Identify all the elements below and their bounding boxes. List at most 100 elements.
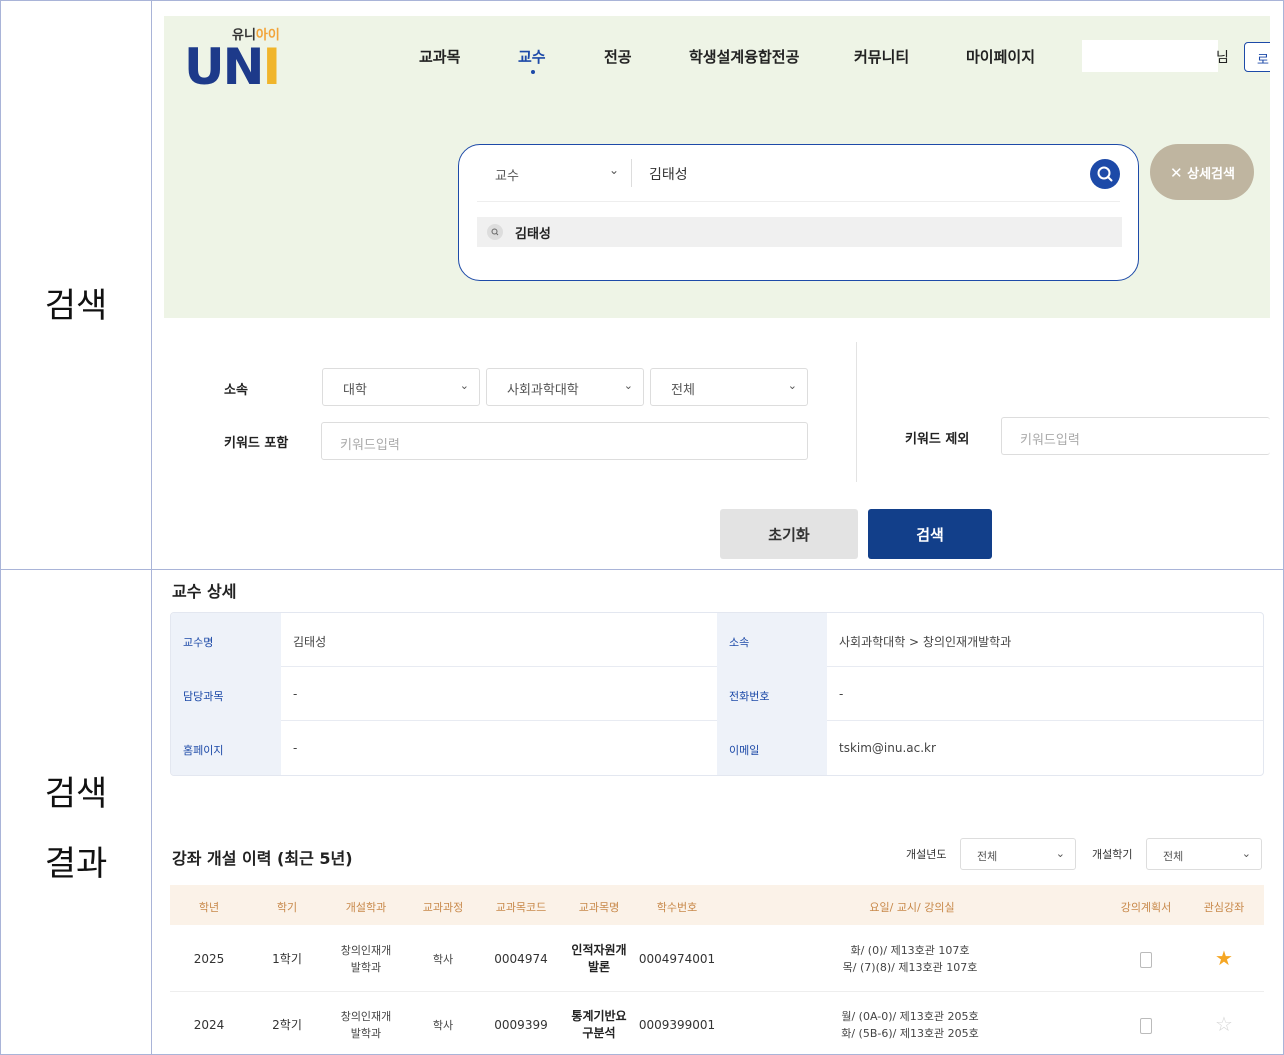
nav-item-courses[interactable]: 교과목 [419, 46, 460, 67]
keyword-include-input[interactable]: 키워드입력 [321, 422, 808, 460]
column-header-course-name: 교과목명 [578, 901, 620, 914]
chevron-down-icon: ⌄ [1055, 847, 1065, 860]
search-category-select[interactable]: 교수 [495, 165, 519, 184]
cell-department: 창의인재개 발학과 [340, 944, 392, 974]
row-label-result-1: 검색 [44, 774, 108, 814]
detail-key-email: 이메일 [717, 721, 827, 775]
detail-key-homepage: 홈페이지 [171, 721, 281, 775]
table-border-left [0, 0, 1, 1055]
nav-item-mypage[interactable]: 마이페이지 [966, 46, 1035, 67]
cell-term: 1학기 [272, 952, 302, 966]
search-hero: 유니아이 UNI 교과목 교수 전공 학생설계융합전공 커뮤니티 마이페이지 님… [164, 16, 1270, 318]
detail-value-email[interactable]: tskim@inu.ac.kr [827, 721, 936, 775]
affiliation-select-3[interactable]: 전체 ⌄ [650, 368, 808, 406]
keyword-exclude-label: 키워드 제외 [905, 432, 970, 447]
year-filter-select[interactable]: 전체 ⌄ [960, 838, 1076, 870]
logout-button[interactable]: 로 [1244, 42, 1270, 72]
professor-detail-table: 교수명 김태성 소속 사회과학대학 > 창의인재개발학과 담당과목 - 전화번호… [170, 612, 1264, 776]
detail-key-name: 교수명 [171, 613, 281, 667]
search-box-divider [477, 201, 1120, 202]
reset-button[interactable]: 초기화 [720, 509, 858, 559]
search-box: 교수 ⌄ 김태성 김태성 [458, 144, 1139, 281]
affiliation-select-3-value: 전체 [671, 383, 695, 398]
syllabus-icon[interactable] [1140, 1018, 1152, 1034]
table-border-top [0, 0, 1284, 1]
search-button[interactable]: 검색 [868, 509, 992, 559]
cell-course-name[interactable]: 인적자원개 발론 [571, 942, 626, 976]
detail-value-department: 사회과학대학 > 창의인재개발학과 [839, 635, 1012, 649]
column-header-term: 학기 [276, 901, 298, 914]
favorite-star-icon[interactable]: ★ [1215, 946, 1233, 970]
course-history-title: 강좌 개설 이력 (최근 5년) [172, 849, 353, 868]
term-filter-select[interactable]: 전체 ⌄ [1146, 838, 1262, 870]
search-divider [631, 159, 632, 187]
detail-value-homepage: - [293, 741, 298, 755]
cell-course-code: 0009399 [494, 1018, 548, 1032]
search-icon [487, 224, 503, 240]
row-label-result-2: 결과 [44, 844, 108, 884]
affiliation-select-1[interactable]: 대학 ⌄ [322, 368, 480, 406]
chevron-down-icon[interactable]: ⌄ [609, 163, 619, 177]
chevron-down-icon: ⌄ [623, 379, 633, 392]
affiliation-select-1-value: 대학 [343, 383, 367, 398]
detail-row: 교수명 김태성 소속 사회과학대학 > 창의인재개발학과 [171, 613, 1263, 667]
form-divider [856, 342, 857, 482]
cell-program: 학사 [432, 1019, 454, 1032]
column-header-course-code: 교과목코드 [495, 901, 547, 914]
search-icon [1097, 166, 1113, 182]
search-suggestion-item[interactable]: 김태성 [477, 217, 1122, 247]
year-filter-value: 전체 [977, 850, 998, 863]
cell-term: 2학기 [272, 1018, 302, 1032]
advanced-search-label: 상세검색 [1187, 167, 1235, 182]
affiliation-label: 소속 [224, 383, 248, 398]
cell-course-code: 0004974 [494, 952, 548, 966]
table-column-divider [151, 0, 152, 1055]
chevron-down-icon: ⌄ [787, 379, 797, 392]
close-icon: ✕ [1170, 164, 1183, 182]
row-label-search: 검색 [44, 286, 108, 326]
detail-row: 홈페이지 - 이메일 tskim@inu.ac.kr [171, 721, 1263, 775]
course-table-header: 학년 학기 개설학과 교과과정 교과목코드 교과목명 학수번호 요일/ 교시/ … [170, 885, 1264, 925]
detail-value-name: 김태성 [293, 635, 327, 649]
cell-course-name[interactable]: 통계기반요 구분석 [571, 1008, 626, 1042]
table-row-divider [0, 569, 1284, 570]
favorite-star-outline-icon[interactable]: ☆ [1215, 1012, 1233, 1036]
user-name-box [1082, 40, 1218, 72]
detail-row: 담당과목 - 전화번호 - [171, 667, 1263, 721]
search-input[interactable]: 김태성 [649, 164, 688, 184]
search-submit-button[interactable] [1090, 159, 1120, 189]
column-header-schedule: 요일/ 교시/ 강의실 [869, 901, 955, 914]
detail-value-courses: - [293, 687, 298, 701]
column-header-grade: 학년 [198, 901, 220, 914]
nav-item-convergence-major[interactable]: 학생설계융합전공 [689, 46, 799, 67]
nav-item-majors[interactable]: 전공 [604, 46, 632, 67]
cell-department: 창의인재개 발학과 [340, 1010, 392, 1040]
search-suggestion-text: 김태성 [515, 227, 551, 242]
cell-schedule: 화/ (0)/ 제13호관 107호 목/ (7)(8)/ 제13호관 107호 [842, 944, 978, 974]
detail-key-phone: 전화번호 [717, 667, 827, 721]
user-suffix: 님 [1216, 50, 1229, 66]
professor-detail-title: 교수 상세 [172, 582, 237, 601]
advanced-search-form: 소속 대학 ⌄ 사회과학대학 ⌄ 전체 ⌄ 키워드 포함 키워드입력 키워드 제… [164, 318, 1270, 568]
nav-item-professors[interactable]: 교수 [518, 46, 546, 67]
year-filter-label: 개설년도 [906, 848, 947, 861]
table-row: 2024 2학기 창의인재개 발학과 학사 0009399 통계기반요 구분석 00… [170, 992, 1264, 1055]
detail-key-department: 소속 [717, 613, 827, 667]
cell-course-number: 0009399001 [638, 1018, 716, 1032]
keyword-exclude-input[interactable]: 키워드입력 [1001, 417, 1270, 455]
syllabus-icon[interactable] [1140, 952, 1152, 968]
column-header-course-number: 학수번호 [656, 901, 698, 914]
affiliation-select-2[interactable]: 사회과학대학 ⌄ [486, 368, 644, 406]
advanced-search-button[interactable]: ✕ 상세검색 [1150, 144, 1254, 200]
cell-program: 학사 [432, 953, 454, 966]
table-row: 2025 1학기 창의인재개 발학과 학사 0004974 인적자원개 발론 000… [170, 926, 1264, 992]
column-header-favorite: 관심강좌 [1203, 901, 1245, 914]
cell-grade: 2025 [193, 952, 225, 966]
chevron-down-icon: ⌄ [1241, 847, 1251, 860]
cell-course-number: 0004974001 [638, 952, 716, 966]
column-header-program: 교과과정 [422, 901, 464, 914]
nav-active-indicator [531, 70, 535, 74]
detail-value-phone: - [839, 687, 844, 701]
cell-grade: 2024 [193, 1018, 225, 1032]
nav-item-community[interactable]: 커뮤니티 [854, 46, 909, 67]
